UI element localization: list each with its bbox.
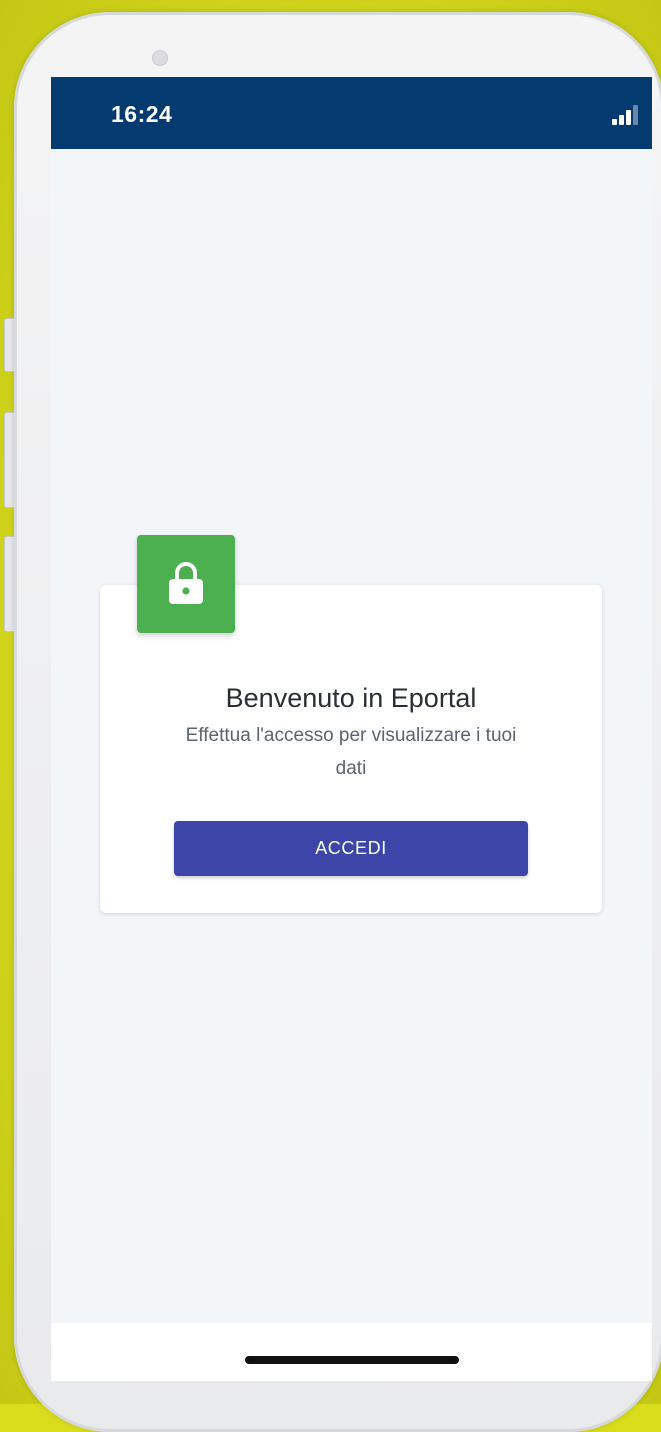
status-time: 16:24 — [111, 101, 173, 127]
login-button[interactable]: ACCEDI — [174, 821, 528, 876]
lock-tile — [137, 535, 235, 633]
lock-icon — [169, 562, 203, 604]
bottom-safe-area — [51, 1323, 652, 1381]
home-indicator[interactable] — [245, 1356, 459, 1364]
welcome-title: Benvenuto in Eportal — [225, 683, 477, 713]
app-screen: 16:24 100 — [51, 77, 652, 1381]
welcome-subtitle: Effettua l'accesso per visualizzare i tu… — [185, 725, 517, 779]
phone-frame: 16:24 100 — [14, 12, 661, 1432]
front-camera — [152, 50, 168, 66]
status-bar: 16:24 100 — [51, 77, 652, 149]
cellular-signal-icon — [612, 105, 642, 125]
